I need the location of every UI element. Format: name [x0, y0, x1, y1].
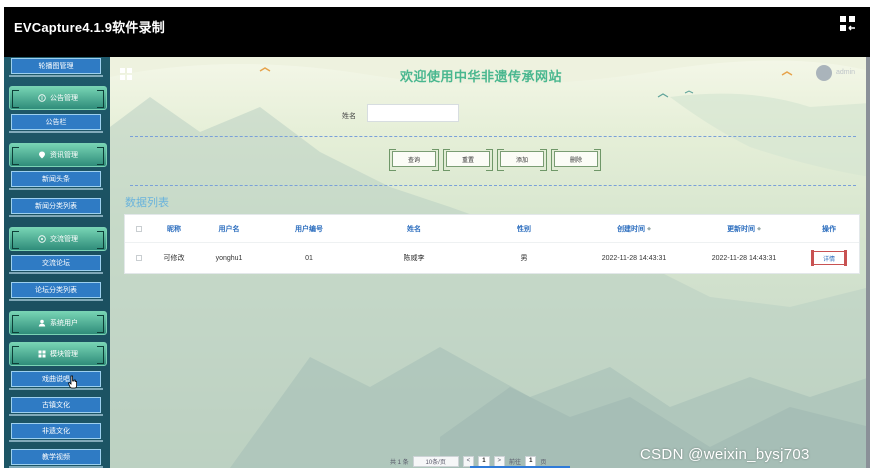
page-size-select[interactable]: 10条/页: [412, 455, 459, 467]
current-page[interactable]: 1: [478, 455, 490, 467]
column-header-nickname: 昵称: [167, 226, 181, 233]
window-title: EVCapture4.1.9软件录制: [14, 20, 165, 35]
goto-page-input[interactable]: 1: [525, 455, 537, 467]
row-checkbox[interactable]: [136, 255, 142, 261]
sidebar-item-teaching-video[interactable]: 教学视频: [9, 449, 103, 468]
column-header-created[interactable]: 创建时间 ◆: [579, 215, 689, 243]
sidebar-item-forum-categories[interactable]: 论坛分类列表: [9, 282, 103, 301]
sort-icon[interactable]: ◆: [757, 226, 761, 232]
current-user[interactable]: admin: [836, 69, 855, 76]
sidebar-item-label: 古镇文化: [42, 402, 70, 409]
sidebar-item-label: 交流论坛: [42, 260, 70, 267]
delete-button[interactable]: 删除: [551, 149, 601, 171]
goto-label: 前往: [509, 459, 522, 466]
sidebar-item-notice-management[interactable]: 公告管理: [9, 86, 107, 110]
app-frame: 轮播图管理 公告管理 公告栏 资讯管理 新闻头条 新闻分类列表 交流管理 交流论…: [4, 57, 870, 468]
hand-cursor-icon: [68, 375, 77, 389]
location-pin-icon: [38, 151, 46, 159]
avatar[interactable]: [816, 65, 832, 81]
column-header-name: 姓名: [407, 226, 421, 233]
column-header-updated[interactable]: 更新时间 ◆: [689, 215, 799, 243]
cell-name: 陈威李: [403, 255, 425, 262]
sidebar-item-label: 资讯管理: [50, 152, 78, 159]
next-page-button[interactable]: >: [493, 455, 506, 467]
cell-updated: 2022-11-28 14:43:31: [711, 254, 777, 262]
sidebar-item-label: 非遗文化: [42, 428, 70, 435]
data-table: 昵称 用户名 用户编号 姓名 性别 创建时间 ◆ 更新时间 ◆ 操作 可修改 yon…: [124, 214, 860, 274]
sidebar-item-carousel[interactable]: 轮播图管理: [9, 58, 103, 77]
data-list-title: 数据列表: [125, 197, 169, 209]
column-header-gender: 性别: [517, 226, 531, 233]
sidebar-item-forum[interactable]: 交流论坛: [9, 255, 103, 274]
sidebar-item-label: 模块管理: [50, 351, 78, 358]
sidebar-item-news-categories[interactable]: 新闻分类列表: [9, 198, 103, 217]
reset-button[interactable]: 重置: [443, 149, 493, 171]
name-search-input[interactable]: [367, 104, 459, 122]
cell-user-no: 01: [305, 254, 313, 262]
table-header-row: 昵称 用户名 用户编号 姓名 性别 创建时间 ◆ 更新时间 ◆ 操作: [125, 215, 859, 243]
cell-gender: 男: [520, 255, 528, 262]
sidebar-item-forum-management[interactable]: 交流管理: [9, 227, 107, 251]
info-icon: [38, 94, 46, 102]
sidebar-item-label: 新闻分类列表: [35, 203, 77, 210]
sidebar-item-label: 新闻头条: [42, 176, 70, 183]
sidebar-item-label: 公告管理: [50, 95, 78, 102]
add-button[interactable]: 添加: [497, 149, 547, 171]
sort-icon[interactable]: ◆: [647, 226, 651, 232]
sidebar-item-news-management[interactable]: 资讯管理: [9, 143, 107, 167]
user-icon: [38, 319, 46, 327]
page-title: 欢迎使用中华非遗传承网站: [400, 69, 563, 84]
goto-suffix: 页: [540, 459, 547, 466]
chat-icon: [38, 235, 46, 243]
sidebar-item-label: 交流管理: [50, 236, 78, 243]
cell-nickname: 可修改: [163, 255, 185, 262]
main-content: 欢迎使用中华非遗传承网站 admin 姓名 查询 重置 添加 删除 数据列表 昵…: [110, 57, 870, 468]
window-menu-icon[interactable]: [840, 16, 856, 32]
sidebar-item-system-users[interactable]: 系统用户: [9, 311, 107, 335]
sidebar-item-opera[interactable]: 戏曲说唱: [9, 371, 103, 390]
sidebar-item-ancient-town[interactable]: 古镇文化: [9, 397, 103, 416]
prev-page-button[interactable]: <: [462, 455, 475, 467]
sidebar-item-label: 系统用户: [50, 320, 78, 327]
sidebar-item-label: 公告栏: [45, 119, 67, 126]
sidebar-item-label: 戏曲说唱: [42, 376, 70, 383]
column-header-username: 用户名: [218, 226, 240, 233]
sidebar: 轮播图管理 公告管理 公告栏 资讯管理 新闻头条 新闻分类列表 交流管理 交流论…: [4, 57, 110, 468]
sidebar-item-heritage-culture[interactable]: 非遗文化: [9, 423, 103, 442]
sidebar-item-notice-board[interactable]: 公告栏: [9, 114, 103, 133]
cell-created: 2022-11-28 14:43:31: [601, 254, 667, 262]
sidebar-item-label: 论坛分类列表: [35, 287, 77, 294]
watermark: CSDN @weixin_bysj703: [640, 446, 810, 463]
sidebar-item-label: 教学视频: [42, 454, 70, 461]
cell-username: yonghu1: [215, 254, 243, 262]
table-row: 可修改 yonghu1 01 陈威李 男 2022-11-28 14:43:31…: [125, 244, 859, 272]
total-count: 共 1 条: [390, 459, 409, 466]
sidebar-item-module-management[interactable]: 模块管理: [9, 342, 107, 366]
horizontal-scroll-indicator: [470, 466, 570, 468]
column-header-action: 操作: [822, 226, 836, 233]
column-header-user-no: 用户编号: [295, 226, 323, 233]
sidebar-item-label: 轮播图管理: [38, 63, 74, 70]
detail-button[interactable]: 详情: [811, 250, 847, 266]
divider: [130, 185, 856, 186]
grid-icon: [38, 350, 46, 358]
menu-toggle-icon[interactable]: [120, 68, 132, 80]
sidebar-item-headlines[interactable]: 新闻头条: [9, 171, 103, 190]
scrollbar[interactable]: [866, 57, 870, 468]
divider: [130, 136, 856, 137]
name-search-label: 姓名: [342, 113, 356, 120]
window-title-bar: EVCapture4.1.9软件录制: [4, 7, 870, 57]
select-all-checkbox[interactable]: [136, 226, 142, 232]
query-button[interactable]: 查询: [389, 149, 439, 171]
